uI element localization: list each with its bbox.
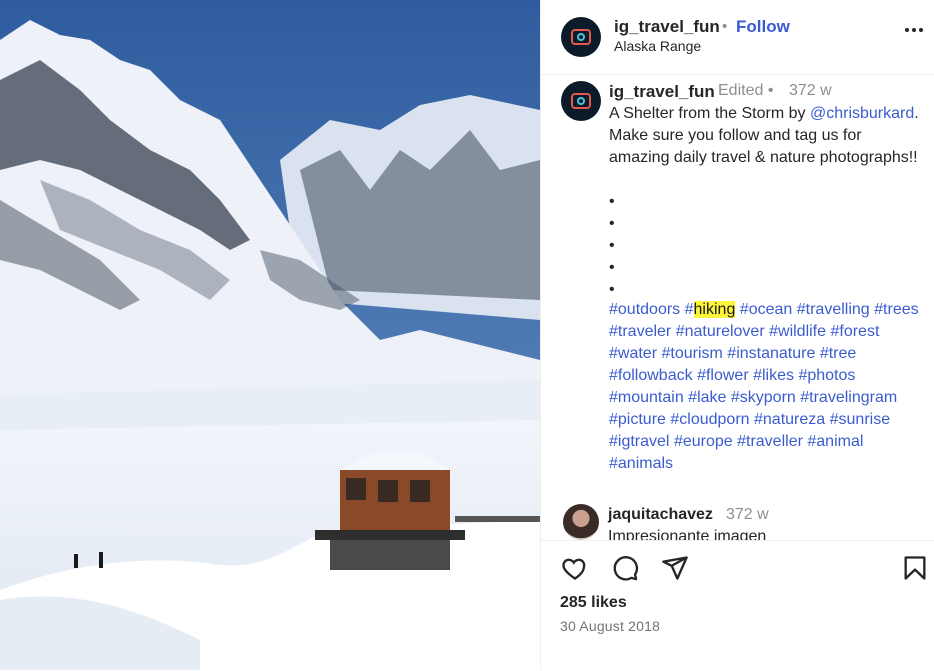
hashtag-link[interactable]: #lake (688, 389, 726, 406)
camera-logo-icon (571, 93, 591, 109)
post-date: 30 August 2018 (560, 618, 661, 634)
hashtag-link[interactable]: #cloudporn (670, 411, 749, 428)
heart-icon[interactable] (561, 554, 589, 582)
bookmark-icon[interactable] (901, 554, 929, 582)
edited-label: Edited • (718, 82, 774, 99)
highlighted-hashtag: hiking (693, 301, 736, 318)
caption-avatar[interactable] (561, 81, 601, 121)
hashtag-link[interactable]: #traveller (737, 433, 803, 450)
mention-link[interactable]: @chrisburkard (810, 105, 914, 122)
more-options-icon[interactable] (905, 28, 923, 32)
hashtag-link[interactable]: #travelingram (800, 389, 897, 406)
hashtag-list: #outdoors #hiking #ocean #travelling #tr… (609, 299, 929, 475)
hashtag-link[interactable]: #instanature (727, 345, 815, 362)
follow-button[interactable]: Follow (736, 17, 790, 37)
hashtag-link[interactable]: #sunrise (830, 411, 890, 428)
post-dialog: ig_travel_fun • Follow Alaska Range ig_t… (0, 0, 934, 670)
hashtag-link[interactable]: #flower (697, 367, 749, 384)
likes-count[interactable]: 285 likes (560, 594, 627, 612)
header-username[interactable]: ig_travel_fun (614, 17, 720, 37)
hashtag-link[interactable]: #outdoors (609, 301, 680, 318)
hashtag-link[interactable]: #traveler (609, 323, 671, 340)
bullet: • (609, 215, 615, 232)
comment-time[interactable]: 372 w (726, 506, 769, 524)
share-icon[interactable] (661, 554, 689, 582)
hashtag-link[interactable]: #igtravel (609, 433, 669, 450)
hashtag-link[interactable]: #ocean (740, 301, 793, 318)
location-link[interactable]: Alaska Range (614, 38, 701, 54)
hashtag-link[interactable]: #wildlife (769, 323, 826, 340)
camera-logo-icon (571, 29, 591, 45)
hashtag-link[interactable]: #picture (609, 411, 666, 428)
hashtag-link[interactable]: #likes (753, 367, 794, 384)
follow-separator: • (722, 18, 728, 35)
alaska-mountain-photo (0, 0, 540, 670)
hashtag-link[interactable]: #travelling (797, 301, 870, 318)
hashtag-link[interactable]: #naturelover (676, 323, 765, 340)
commenter-avatar[interactable] (563, 504, 599, 540)
comment: jaquitachavez 372 w Impresionante imagen (541, 500, 934, 540)
bullet: • (609, 259, 615, 276)
comment-username[interactable]: jaquitachavez (608, 506, 713, 524)
caption-text: A Shelter from the Storm by @chrisburkar… (609, 103, 919, 169)
hashtag-link[interactable]: #hiking (685, 301, 736, 318)
hashtag-link[interactable]: #skyporn (731, 389, 796, 406)
hashtag-link[interactable]: #tourism (661, 345, 722, 362)
hashtag-link[interactable]: #water (609, 345, 657, 362)
hashtag-link[interactable]: #photos (798, 367, 855, 384)
action-bar: 285 likes 30 August 2018 (541, 540, 934, 671)
hashtag-link[interactable]: #mountain (609, 389, 684, 406)
caption-username[interactable]: ig_travel_fun (609, 82, 715, 102)
bullet-list: • • • • • (609, 191, 615, 301)
hashtag-link[interactable]: #animals (609, 455, 673, 472)
bullet: • (609, 237, 615, 254)
hashtag-link[interactable]: #natureza (754, 411, 825, 428)
post-photo[interactable] (0, 0, 540, 670)
caption-text-start: A Shelter from the Storm by (609, 105, 810, 122)
hashtag-link[interactable]: #tree (820, 345, 856, 362)
bullet: • (609, 193, 615, 210)
hashtag-link[interactable]: #followback (609, 367, 693, 384)
caption-time[interactable]: 372 w (789, 82, 832, 100)
hashtag-link[interactable]: #trees (874, 301, 918, 318)
comment-icon[interactable] (611, 554, 639, 582)
bullet: • (609, 281, 615, 298)
comment-text: Impresionante imagen (608, 528, 767, 540)
hashtag-link[interactable]: #europe (674, 433, 733, 450)
post-header: ig_travel_fun • Follow Alaska Range (541, 0, 934, 75)
hashtag-link[interactable]: #animal (807, 433, 863, 450)
account-avatar[interactable] (561, 17, 601, 57)
post-sidebar: ig_travel_fun • Follow Alaska Range ig_t… (540, 0, 934, 670)
hashtag-link[interactable]: #forest (830, 323, 879, 340)
